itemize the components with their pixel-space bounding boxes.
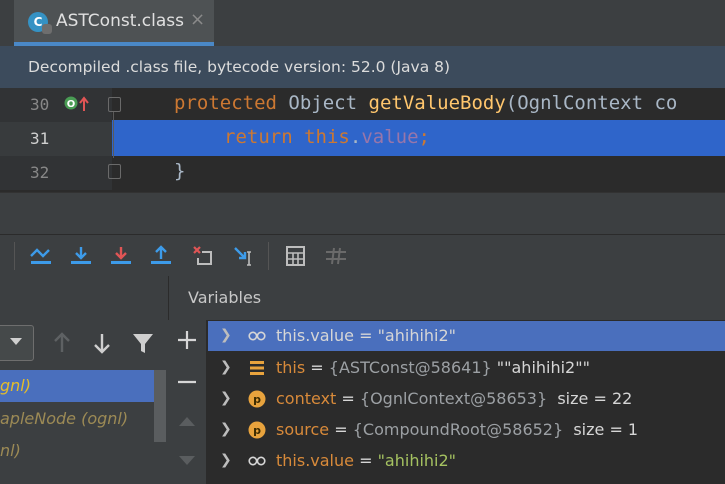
svg-text:p: p: [253, 393, 261, 406]
chevron-down-icon: [10, 338, 22, 345]
run-to-cursor-icon[interactable]: [232, 244, 258, 268]
step-into-icon[interactable]: [68, 244, 94, 268]
equals: =: [329, 420, 353, 439]
type: Object: [288, 92, 358, 114]
banner-text: Decompiled .class file, bytecode version…: [28, 58, 451, 76]
close-icon[interactable]: ×: [190, 9, 205, 30]
variable-row-source[interactable]: ❯ p source = {CompoundRoot@58652} size =…: [208, 415, 725, 446]
variable-name: this.value: [276, 451, 354, 470]
svg-text:p: p: [253, 424, 261, 437]
thread-selector[interactable]: [0, 325, 34, 361]
equals: =: [353, 326, 378, 345]
fields-icon: [250, 361, 264, 375]
variable-name: this.value: [276, 326, 354, 345]
tool-window-header: [0, 192, 725, 235]
equals: =: [305, 358, 329, 377]
equals: =: [336, 389, 360, 408]
variable-value: "ahihihi2": [377, 326, 457, 345]
line-number: 32: [30, 163, 50, 182]
remove-watch-icon[interactable]: [175, 370, 199, 394]
collection-size: size = 1: [563, 420, 639, 439]
toolbar-divider: [14, 242, 15, 270]
keyword: this: [304, 126, 350, 148]
watch-glasses-icon: [248, 456, 266, 466]
chevron-right-icon[interactable]: ❯: [220, 421, 232, 437]
code-line-32: }: [174, 160, 185, 182]
method-name: getValueBody: [368, 92, 506, 114]
variables-title: Variables: [188, 288, 262, 307]
object-ref: {CompoundRoot@58652}: [352, 420, 564, 439]
chevron-right-icon[interactable]: ❯: [220, 390, 232, 406]
variable-row-this[interactable]: ❯ this = {ASTConst@58641} ""ahihihi2"": [208, 353, 725, 384]
keyword: protected: [174, 92, 277, 114]
parameter-p-icon: p: [248, 421, 266, 439]
variable-row-this-value-2[interactable]: ❯ this.value = "ahihihi2": [208, 446, 725, 477]
variable-value: "ahihihi2": [377, 451, 457, 470]
evaluate-expression-icon[interactable]: [283, 244, 309, 268]
variable-name: this: [276, 358, 306, 377]
semicolon: ;: [418, 126, 430, 148]
lock-overlay-icon: [42, 24, 52, 34]
next-frame-icon[interactable]: [90, 330, 114, 356]
step-out-icon[interactable]: [148, 244, 174, 268]
move-down-icon[interactable]: [177, 454, 197, 468]
drop-frame-icon[interactable]: [190, 244, 216, 268]
variable-value: ""ahihihi2"": [491, 358, 590, 377]
variable-row-this-value[interactable]: ❯ this.value = "ahihihi2": [208, 321, 725, 352]
variable-text: context = {OgnlContext@58653} size = 22: [276, 389, 632, 408]
variable-text: this.value = "ahihihi2": [276, 326, 456, 345]
variable-text: source = {CompoundRoot@58652} size = 1: [276, 420, 638, 439]
object-ref: {ASTConst@58641}: [328, 358, 492, 377]
variable-text: this.value = "ahihihi2": [276, 451, 456, 470]
chevron-right-icon[interactable]: ❯: [220, 359, 232, 375]
chevron-right-icon[interactable]: ❯: [220, 452, 232, 468]
fold-icon[interactable]: [108, 97, 121, 112]
overrides-method-icon[interactable]: O: [62, 94, 92, 114]
params: (OgnlContext co: [505, 92, 678, 114]
move-up-icon[interactable]: [177, 414, 197, 428]
stack-frame[interactable]: nl): [0, 441, 21, 460]
frames-scrollbar[interactable]: [154, 370, 166, 442]
tab-label: ASTConst.class: [56, 11, 184, 31]
add-watch-icon[interactable]: [175, 328, 199, 352]
object-ref: {OgnlContext@58653}: [359, 389, 548, 408]
svg-text:O: O: [67, 99, 76, 110]
toolbar-divider: [268, 242, 269, 270]
variable-name: source: [276, 420, 330, 439]
filter-icon[interactable]: [131, 331, 155, 355]
stack-frame[interactable]: gnl): [0, 376, 31, 395]
variable-row-context[interactable]: ❯ p context = {OgnlContext@58653} size =…: [208, 384, 725, 415]
equals: =: [353, 451, 378, 470]
line-number: 31: [30, 129, 50, 148]
dot: .: [349, 126, 362, 148]
keyword: return: [224, 126, 293, 148]
code-line-30: protected Object getValueBody(OgnlContex…: [174, 92, 677, 114]
force-step-into-icon[interactable]: [108, 244, 134, 268]
decompiled-banner: Decompiled .class file, bytecode version…: [0, 46, 725, 89]
gutter-line-32: [0, 156, 112, 190]
gutter-line-30: [0, 88, 112, 122]
tab-astconst-class[interactable]: C ASTConst.class ×: [14, 0, 214, 46]
brace: }: [174, 160, 186, 182]
variable-name: context: [276, 389, 337, 408]
fold-end-icon[interactable]: [108, 164, 121, 179]
variable-text: this = {ASTConst@58641} ""ahihihi2"": [276, 358, 590, 377]
code-line-31: return this.value;: [224, 126, 430, 148]
line-number: 30: [30, 95, 50, 114]
gutter-line-31: [0, 122, 112, 156]
stack-frame[interactable]: apleNode (ognl): [0, 409, 128, 428]
field-name: value: [361, 126, 419, 148]
show-execution-point-icon[interactable]: [28, 244, 54, 268]
parameter-p-icon: p: [248, 390, 266, 408]
watch-glasses-icon: [248, 331, 266, 341]
collection-size: size = 22: [547, 389, 633, 408]
trace-current-stream-icon[interactable]: [323, 244, 349, 268]
fold-line: [113, 112, 114, 158]
chevron-right-icon[interactable]: ❯: [220, 327, 232, 343]
previous-frame-icon[interactable]: [50, 330, 74, 356]
